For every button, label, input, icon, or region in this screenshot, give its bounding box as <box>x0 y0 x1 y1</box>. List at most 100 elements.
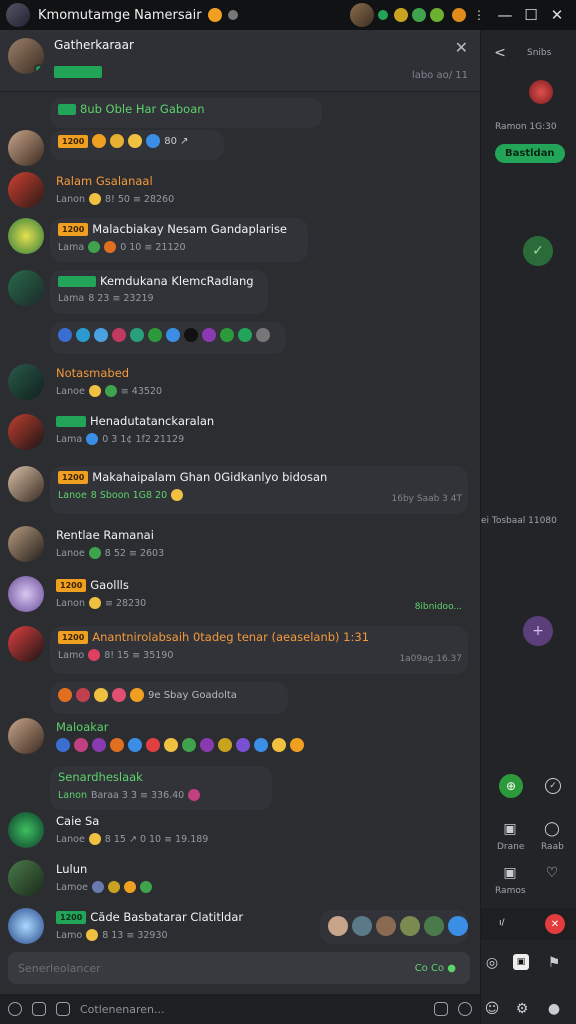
reaction-bar[interactable] <box>50 322 286 354</box>
reaction-bar[interactable]: 9e Sbay Goadolta <box>50 682 288 714</box>
side-avatar[interactable] <box>529 80 553 104</box>
emoji-icon <box>92 881 105 893</box>
image-icon[interactable]: ▣ <box>513 954 529 970</box>
flag-icon[interactable]: ⚑ <box>545 954 563 972</box>
avatar[interactable] <box>8 718 44 754</box>
avatar[interactable] <box>8 908 44 944</box>
side-green-icon[interactable]: ⊕ <box>499 774 523 798</box>
message-title: Gaollls <box>90 578 129 592</box>
message-meta: 0 3 1¢ 1f2 21129 <box>102 433 185 445</box>
avatar <box>448 916 468 936</box>
message-label: Lama <box>56 433 83 445</box>
message-label: Lamo <box>58 649 85 661</box>
message-time: 1a09ag.16.37 <box>399 654 462 664</box>
camera-icon[interactable]: ◎ <box>483 954 501 972</box>
message-bubble[interactable]: Kemdukana KlemcRadlang Lama 8 23 ≡ 23219 <box>50 270 268 314</box>
message-label: Lama <box>58 293 85 304</box>
more-icon[interactable]: ⋮ <box>466 8 492 22</box>
emoji-icon <box>164 738 178 752</box>
emoji-icon <box>88 547 101 559</box>
emoji-icon <box>130 328 144 342</box>
message-bubble[interactable]: 1200 Malacbiakay Nesam Gandaplarise Lama… <box>50 218 308 262</box>
message-label: Lama <box>58 241 85 253</box>
app-avatar[interactable] <box>6 3 30 27</box>
avatar[interactable] <box>8 270 44 306</box>
emoji-icon <box>140 881 153 893</box>
emoji-icon <box>86 929 99 941</box>
check-icon[interactable] <box>32 1002 46 1016</box>
clipboard-icon[interactable]: ▣ <box>501 820 519 838</box>
title-bar: Kmomutamge Namersair ⋮ — ☐ ✕ <box>0 0 576 30</box>
message-badge: 1200 <box>56 910 87 924</box>
cancel-button[interactable]: ✕ <box>545 914 565 934</box>
message-meta: 8! 50 ≡ 28260 <box>104 193 175 205</box>
avatar[interactable] <box>8 812 44 848</box>
gold-badge-icon <box>394 8 408 22</box>
message-time: 16by Saab 3 4T <box>391 494 462 504</box>
avatar[interactable] <box>8 218 44 254</box>
heart-icon[interactable]: ♡ <box>543 864 561 882</box>
avatar[interactable] <box>8 130 44 166</box>
add-button[interactable]: + <box>523 616 553 646</box>
emoji-icon <box>88 241 101 253</box>
avatar[interactable] <box>8 626 44 662</box>
message-label: Lanon <box>56 597 85 609</box>
message-bubble[interactable]: 1200 80 ↗ <box>50 130 224 160</box>
avatar[interactable] <box>8 576 44 612</box>
side-label-3: Ramos <box>495 886 526 896</box>
message-title: Notasmabed <box>56 366 130 380</box>
emoji-icon <box>76 328 90 342</box>
green-status-icon <box>378 10 388 20</box>
settings-icon[interactable]: ⚙ <box>513 1000 531 1018</box>
message-label: Lanoe <box>58 489 87 501</box>
side-action-button[interactable]: Bastldan <box>495 144 565 163</box>
message-badge <box>58 275 96 287</box>
message-bubble[interactable]: 8ub Oble Har Gaboan <box>50 98 322 128</box>
avatar[interactable] <box>8 364 44 400</box>
message-meta: 8! 15 ≡ 35190 <box>104 649 174 661</box>
avatar[interactable] <box>8 526 44 562</box>
message-badge: 1200 <box>56 578 87 592</box>
message-meta: 8 15 ↗ 0 10 ≡ 19.189 <box>104 833 209 845</box>
chat-bubble-icon[interactable]: ◯ <box>543 820 561 838</box>
emoji-icon <box>92 738 106 752</box>
emoji-icon <box>220 328 234 342</box>
gif-icon[interactable] <box>56 1002 70 1016</box>
emoji-icon <box>236 738 250 752</box>
maximize-button[interactable]: ☐ <box>518 6 544 24</box>
back-button[interactable]: < <box>491 44 509 62</box>
emoji-icon <box>58 328 72 342</box>
message-title: Malacbiakay Nesam Gandaplarise <box>92 222 288 236</box>
emoji-icon <box>202 328 216 342</box>
avatar-stack[interactable] <box>320 910 468 944</box>
attach-icon[interactable] <box>8 1002 22 1016</box>
minimize-button[interactable]: — <box>492 6 518 24</box>
message-badge: 1200 <box>58 630 89 644</box>
close-chat-button[interactable]: ✕ <box>455 38 468 57</box>
emoji-picker-icon[interactable] <box>458 1002 472 1016</box>
message-title: Henadutatanckaralan <box>90 414 215 428</box>
message-label: Lanon <box>56 193 85 205</box>
side-fab-green[interactable]: ✓ <box>523 236 553 266</box>
message-bubble[interactable]: 1200 Makahaipalam Ghan 0Gidkanlyo bidosa… <box>50 466 468 514</box>
composer-counter: Co Co ● <box>414 962 456 974</box>
sticker-icon[interactable] <box>434 1002 448 1016</box>
copy-icon[interactable]: ▣ <box>501 864 519 882</box>
mic-icon[interactable]: ● <box>545 1000 563 1018</box>
emoji-button-icon[interactable]: ☺ <box>483 1000 501 1018</box>
chat-avatar[interactable] <box>8 38 44 74</box>
avatar[interactable] <box>8 860 44 896</box>
settings-dot-icon <box>227 10 238 20</box>
avatar[interactable] <box>8 466 44 502</box>
message-bubble[interactable]: 1200 Anantnirolabsaih 0tadeg tenar (aeas… <box>50 626 468 674</box>
avatar[interactable] <box>8 172 44 208</box>
chat-header: Gatherkaraar ✕ labo ao/ 11 <box>0 30 480 92</box>
check-circle-icon[interactable]: ✓ <box>545 778 561 794</box>
message-input[interactable] <box>18 961 415 975</box>
user-avatar[interactable] <box>350 3 374 27</box>
message-title: Makahaipalam Ghan 0Gidkanlyo bidosan <box>92 470 328 484</box>
avatar[interactable] <box>8 414 44 450</box>
message-bubble[interactable]: Senardheslaak Lanon Baraa 3 3 ≡ 336.40 <box>50 766 272 810</box>
message-label: Lanoe <box>56 547 85 559</box>
close-button[interactable]: ✕ <box>544 6 570 24</box>
